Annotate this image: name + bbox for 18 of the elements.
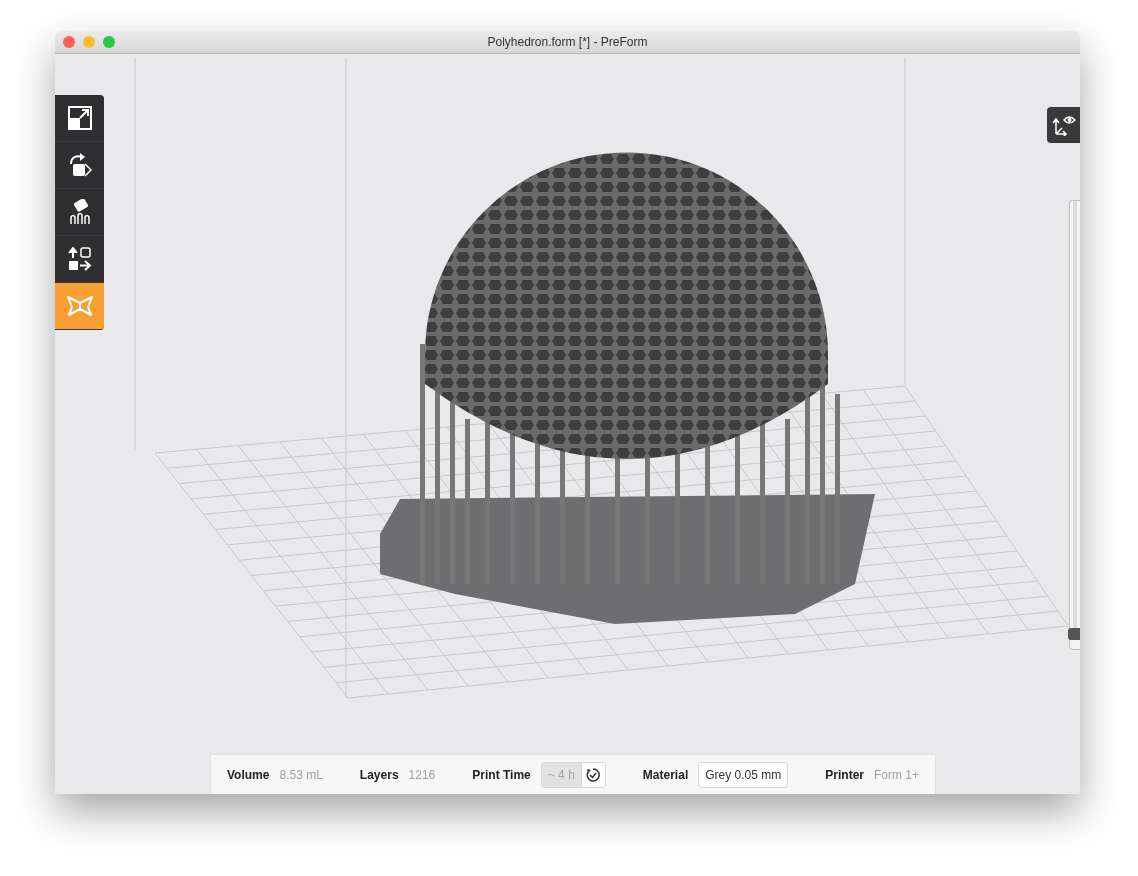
window-title: Polyhedron.form [*] - PreForm	[487, 35, 648, 49]
field-label: Layers	[359, 767, 399, 782]
field-value: 1216	[408, 767, 436, 782]
field-label: Material	[642, 767, 689, 782]
scale-icon	[67, 106, 92, 130]
field-label: Volume	[227, 767, 270, 782]
view-button[interactable]	[1047, 107, 1080, 143]
slider-handle[interactable]	[1068, 628, 1080, 641]
butterfly-icon	[65, 295, 94, 317]
field-value: Form 1+	[874, 767, 919, 782]
layout-icon	[66, 246, 93, 272]
field-label: Print Time	[472, 767, 531, 782]
tool-button[interactable]	[55, 283, 104, 330]
field-value: 8.53 mL	[279, 767, 323, 782]
field-label: Printer	[825, 767, 864, 782]
layer-slider[interactable]	[1069, 200, 1080, 650]
axes-eye-icon	[1051, 114, 1076, 136]
material-field[interactable]: Grey 0.05 mm	[698, 761, 789, 788]
